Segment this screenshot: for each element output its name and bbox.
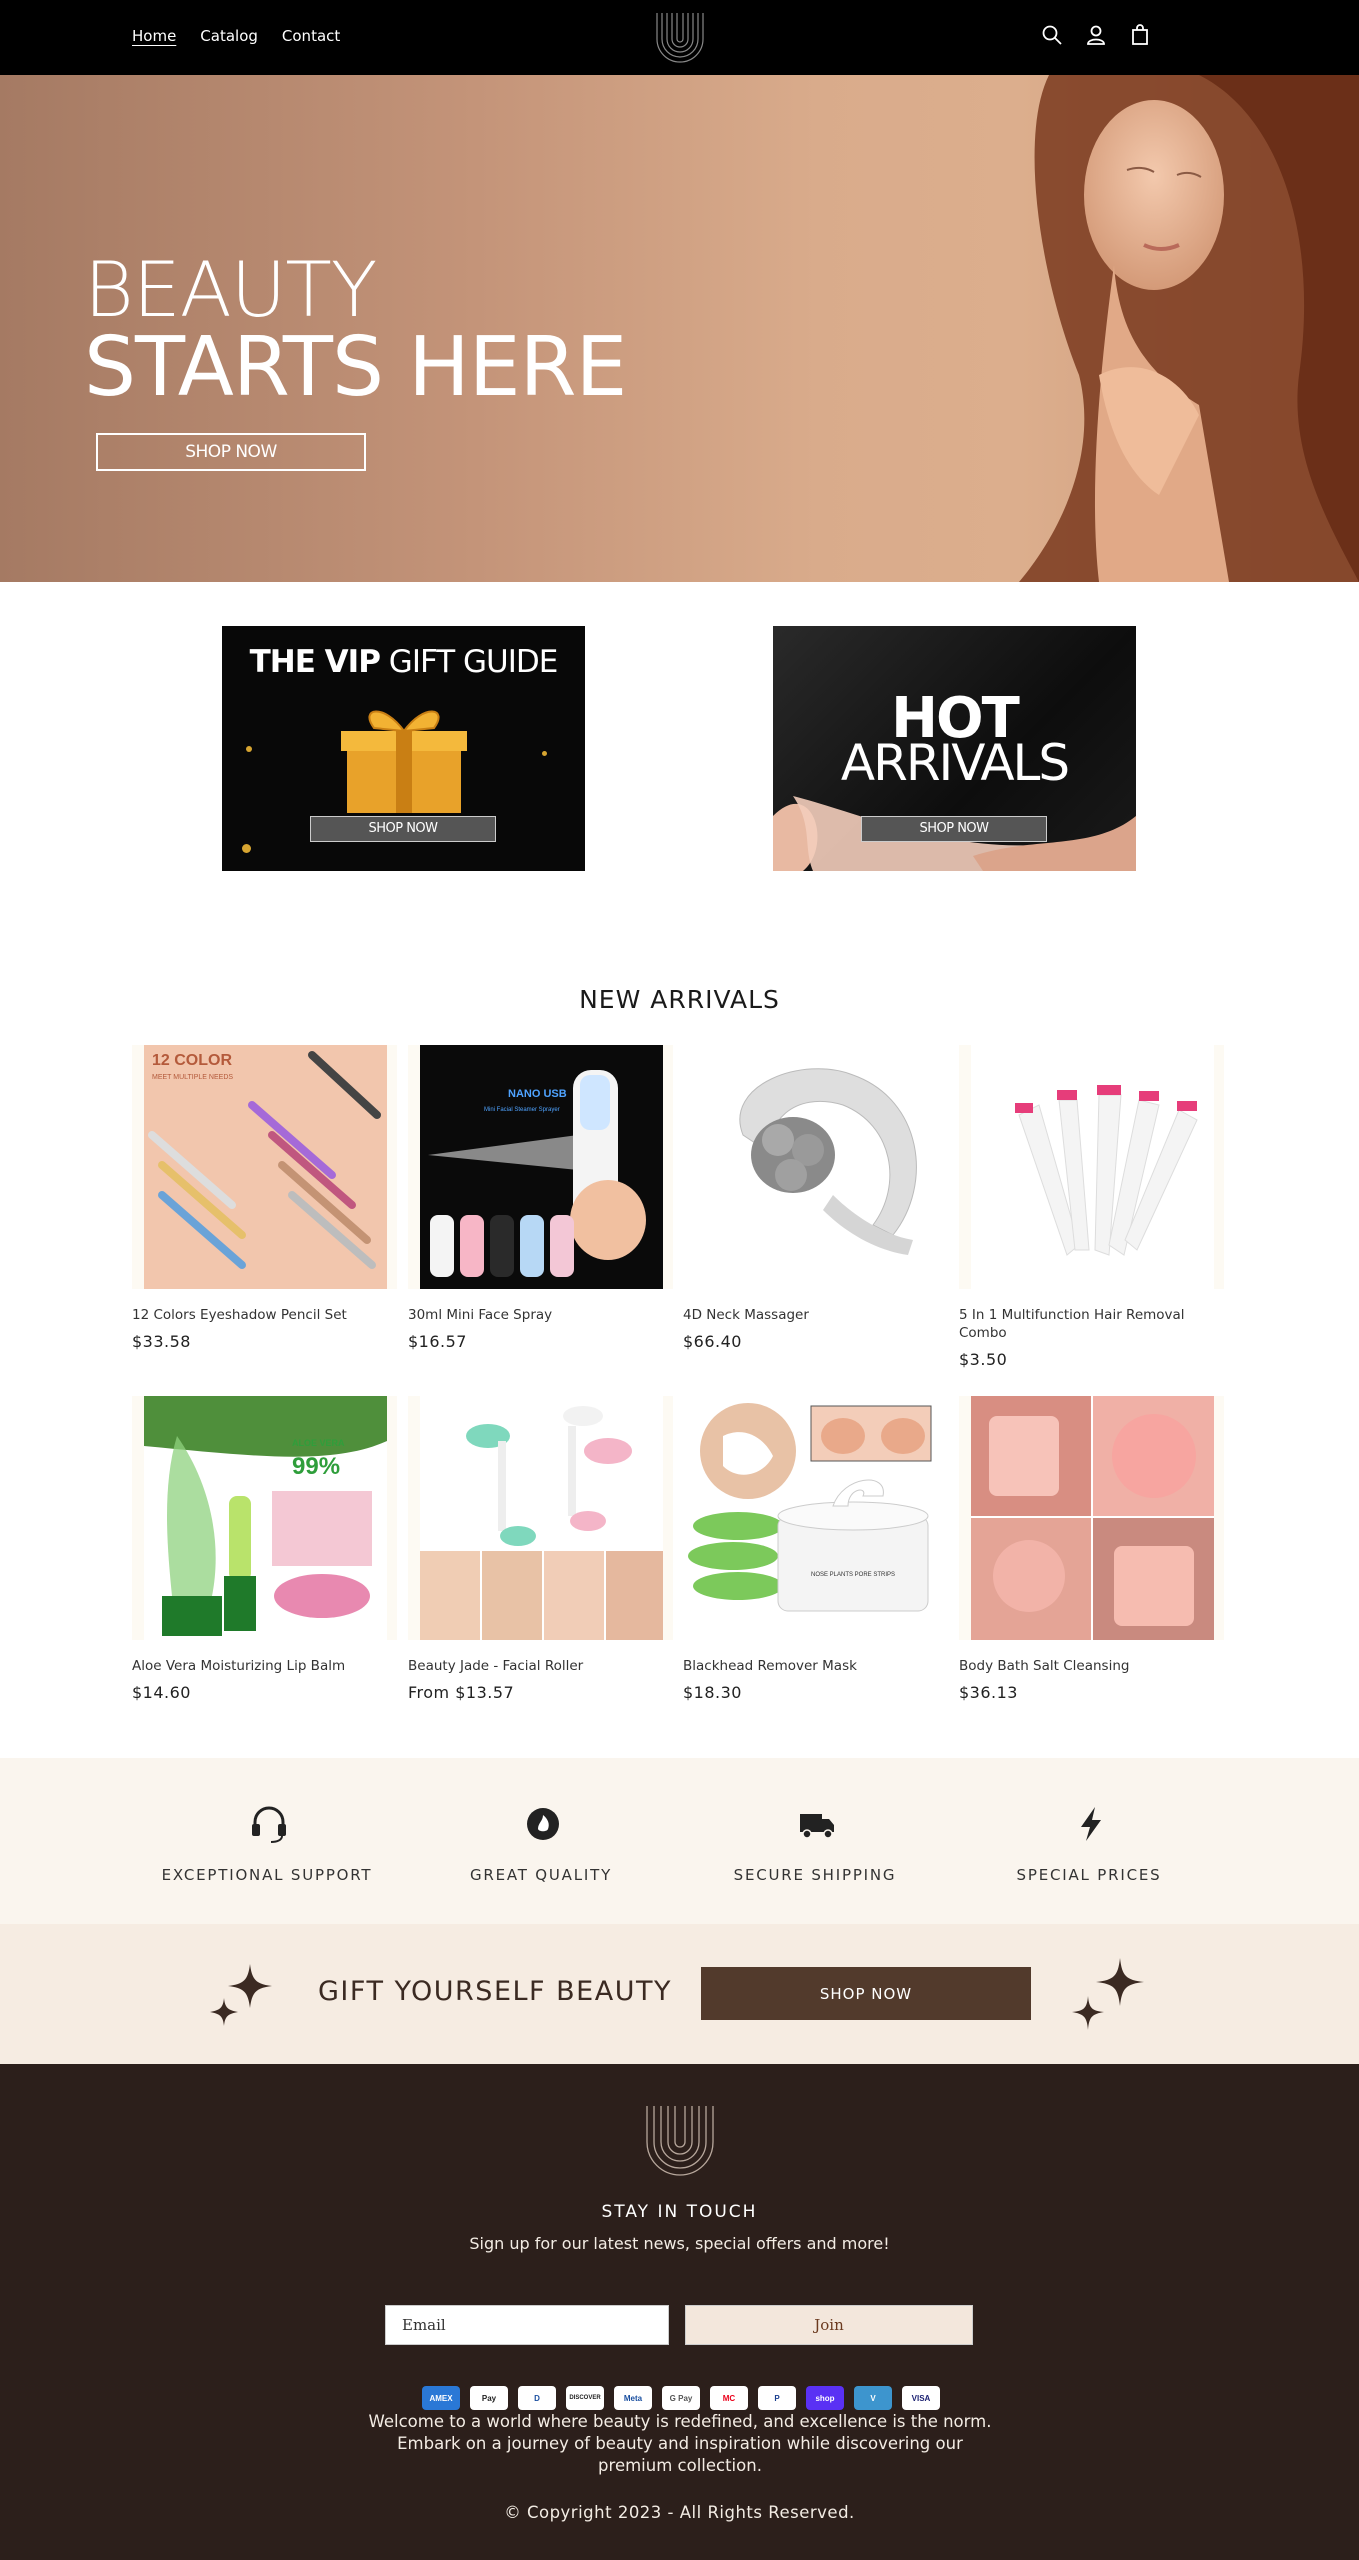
headset-icon [252,1806,286,1843]
feature-label: SECURE SHIPPING [733,1866,897,1884]
nav-contact-link[interactable]: Contact [282,27,340,45]
vip-banner-title: THE VIP GIFT GUIDE [249,644,559,680]
cart-icon[interactable] [1129,24,1151,46]
header-actions [1041,24,1151,46]
product-image[interactable]: NOSE PLANTS PORE STRIPS [683,1396,948,1640]
product-image[interactable] [959,1045,1224,1289]
feature-label: GREAT QUALITY [469,1866,613,1884]
product-name[interactable]: Aloe Vera Moisturizing Lip Balm [132,1657,397,1675]
quality-badge-icon [527,1808,559,1840]
apple-pay-icon: Pay [470,2386,508,2410]
hot-banner-title-line2: ARRIVALS [840,734,1070,792]
features-strip: EXCEPTIONAL SUPPORT GREAT QUALITY SECURE… [0,1758,1359,1924]
google-pay-icon: G Pay [662,2386,700,2410]
feature-label: SPECIAL PRICES [1016,1866,1162,1884]
sparkle-icon [210,1964,272,2026]
product-image[interactable]: 12 COLOR MEET MULTIPLE NEEDS [132,1045,397,1289]
discover-icon: DISCOVER [566,2386,604,2410]
site-footer: STAY IN TOUCH Sign up for our latest new… [0,2064,1359,2560]
product-card[interactable]: ALOE VERA 99% Aloe Vera Moisturizing Lip… [132,1396,397,1702]
product-price: $66.40 [683,1332,742,1351]
gift-cta-section: GIFT YOURSELF BEAUTY SHOP NOW [0,1924,1359,2064]
svg-text:MEET MULTIPLE NEEDS: MEET MULTIPLE NEEDS [152,1074,233,1081]
product-price: $36.13 [959,1683,1018,1702]
venmo-icon: V [854,2386,892,2410]
vip-gift-guide-banner[interactable]: THE VIP GIFT GUIDE SHOP NOW [222,626,585,871]
footer-welcome-text: Welcome to a world where beauty is redef… [368,2412,992,2475]
product-name[interactable]: 12 Colors Eyeshadow Pencil Set [132,1306,397,1324]
mastercard-icon: MC [710,2386,748,2410]
cta-shop-now-button[interactable]: SHOP NOW [701,1967,1031,2020]
product-price: $33.58 [132,1332,191,1351]
product-card[interactable]: 5 In 1 Multifunction Hair Removal Combo … [959,1045,1224,1369]
product-card[interactable]: NOSE PLANTS PORE STRIPS Blackhead Remove… [683,1396,948,1702]
nav-home-link[interactable]: Home [132,27,176,45]
copyright-text: © Copyright 2023 - All Rights Reserved. [504,2503,855,2522]
newsletter-subtext: Sign up for our latest news, special off… [469,2234,890,2253]
product-image[interactable]: ALOE VERA 99% [132,1396,397,1640]
vip-shop-now-button[interactable]: SHOP NOW [310,816,496,842]
shop-pay-icon: shop [806,2386,844,2410]
hero-model-image [1019,75,1359,582]
hero-shop-now-button[interactable]: SHOP NOW [96,433,366,471]
product-image-text: NOSE PLANTS PORE STRIPS [811,1572,895,1578]
product-price: From $13.57 [408,1683,515,1702]
product-name[interactable]: Blackhead Remover Mask [683,1657,948,1675]
product-name[interactable]: 4D Neck Massager [683,1306,948,1324]
product-price: $3.50 [959,1350,1008,1369]
product-image[interactable]: NANO USB Mini Facial Steamer Sprayer [408,1045,673,1289]
product-image[interactable] [959,1396,1224,1640]
gift-box-image [341,710,467,813]
account-icon[interactable] [1085,24,1107,46]
nav-catalog-link[interactable]: Catalog [200,27,258,45]
product-card[interactable]: 12 COLOR MEET MULTIPLE NEEDS 12 Colors E… [132,1045,397,1351]
feature-label: EXCEPTIONAL SUPPORT [161,1866,373,1884]
payment-methods: AMEX Pay D DISCOVER Meta G Pay MC P shop… [422,2386,940,2410]
new-arrivals-heading: NEW ARRIVALS [579,985,780,1014]
svg-text:Mini Facial Steamer Sprayer: Mini Facial Steamer Sprayer [484,1107,560,1113]
product-price: $18.30 [683,1683,742,1702]
product-image-text: NANO USB [508,1088,567,1100]
product-card[interactable]: NANO USB Mini Facial Steamer Sprayer 30m… [408,1045,673,1351]
hot-arrivals-banner[interactable]: HOT ARRIVALS SHOP NOW [773,626,1136,871]
hot-shop-now-button[interactable]: SHOP NOW [861,816,1047,842]
visa-icon: VISA [902,2386,940,2410]
newsletter-heading: STAY IN TOUCH [601,2202,758,2222]
newsletter-join-button[interactable]: Join [685,2305,973,2345]
product-price: $14.60 [132,1683,191,1702]
product-card[interactable]: 4D Neck Massager $66.40 [683,1045,948,1351]
paypal-icon: P [758,2386,796,2410]
product-name[interactable]: 5 In 1 Multifunction Hair Removal Combo [959,1306,1224,1342]
product-price: $16.57 [408,1332,467,1351]
hero-title-line2: STARTS HERE [84,320,627,415]
product-card[interactable]: Beauty Jade - Facial Roller From $13.57 [408,1396,673,1702]
footer-brand-logo [646,2106,714,2176]
lightning-icon [1081,1807,1101,1841]
product-image-text: 12 COLOR [152,1052,232,1069]
cta-heading: GIFT YOURSELF BEAUTY [318,1976,672,2007]
main-nav: Home Catalog Contact [132,27,340,45]
diners-club-icon: D [518,2386,556,2410]
site-header: Home Catalog Contact [0,0,1359,75]
product-name[interactable]: 30ml Mini Face Spray [408,1306,673,1324]
product-name[interactable]: Body Bath Salt Cleansing [959,1657,1224,1675]
product-image-text: ALOE VERA [292,1438,345,1448]
svg-text:99%: 99% [292,1453,340,1480]
brand-logo[interactable] [653,9,707,63]
product-image[interactable] [683,1045,948,1289]
amex-icon: AMEX [422,2386,460,2410]
search-icon[interactable] [1041,24,1063,46]
product-image[interactable] [408,1396,673,1640]
newsletter-email-input[interactable] [385,2305,669,2345]
meta-pay-icon: Meta [614,2386,652,2410]
truck-icon [800,1814,834,1839]
product-name[interactable]: Beauty Jade - Facial Roller [408,1657,673,1675]
product-card[interactable]: Body Bath Salt Cleansing $36.13 [959,1396,1224,1702]
hero-banner: BEAUTY STARTS HERE SHOP NOW [0,75,1359,582]
sparkle-icon [1072,1958,1144,2030]
